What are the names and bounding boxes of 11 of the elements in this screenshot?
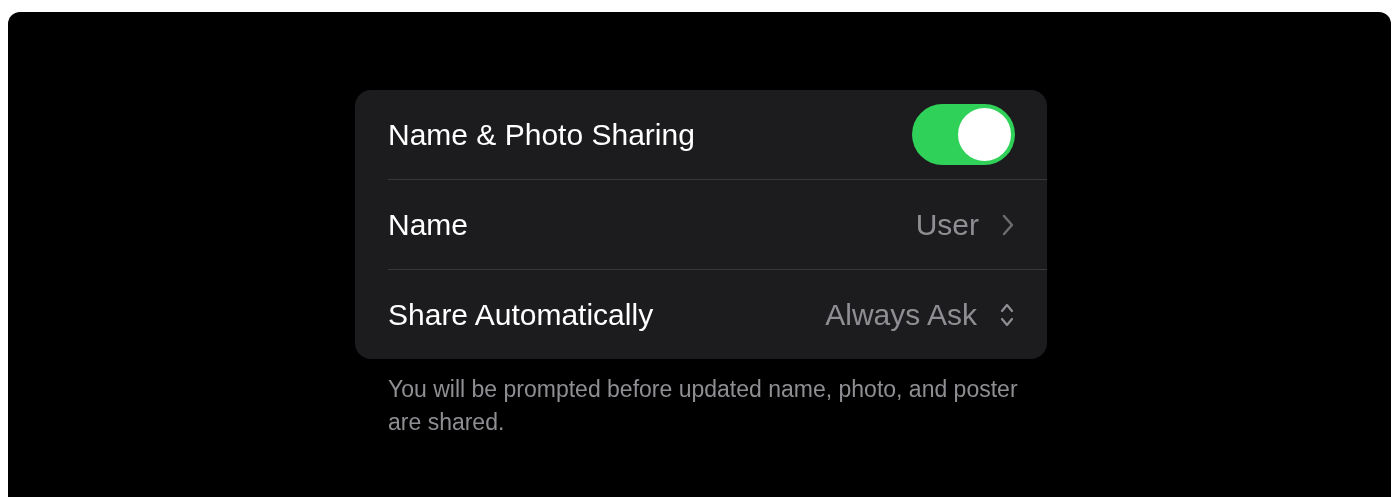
row-value: Always Ask: [825, 297, 977, 332]
up-down-chevron-icon: [999, 301, 1015, 328]
toggle-switch[interactable]: [912, 104, 1015, 165]
row-label: Share Automatically: [388, 297, 655, 332]
row-label: Name & Photo Sharing: [388, 117, 696, 152]
settings-row[interactable]: Name User: [388, 179, 1047, 269]
chevron-right-icon: [1001, 212, 1015, 237]
row-value: User: [915, 207, 979, 242]
row-label: Name: [388, 207, 470, 242]
footer-note: You will be prompted before updated name, photo, and poster are shared.: [388, 375, 1019, 437]
settings-row[interactable]: Share Automatically Always Ask: [388, 269, 1047, 359]
